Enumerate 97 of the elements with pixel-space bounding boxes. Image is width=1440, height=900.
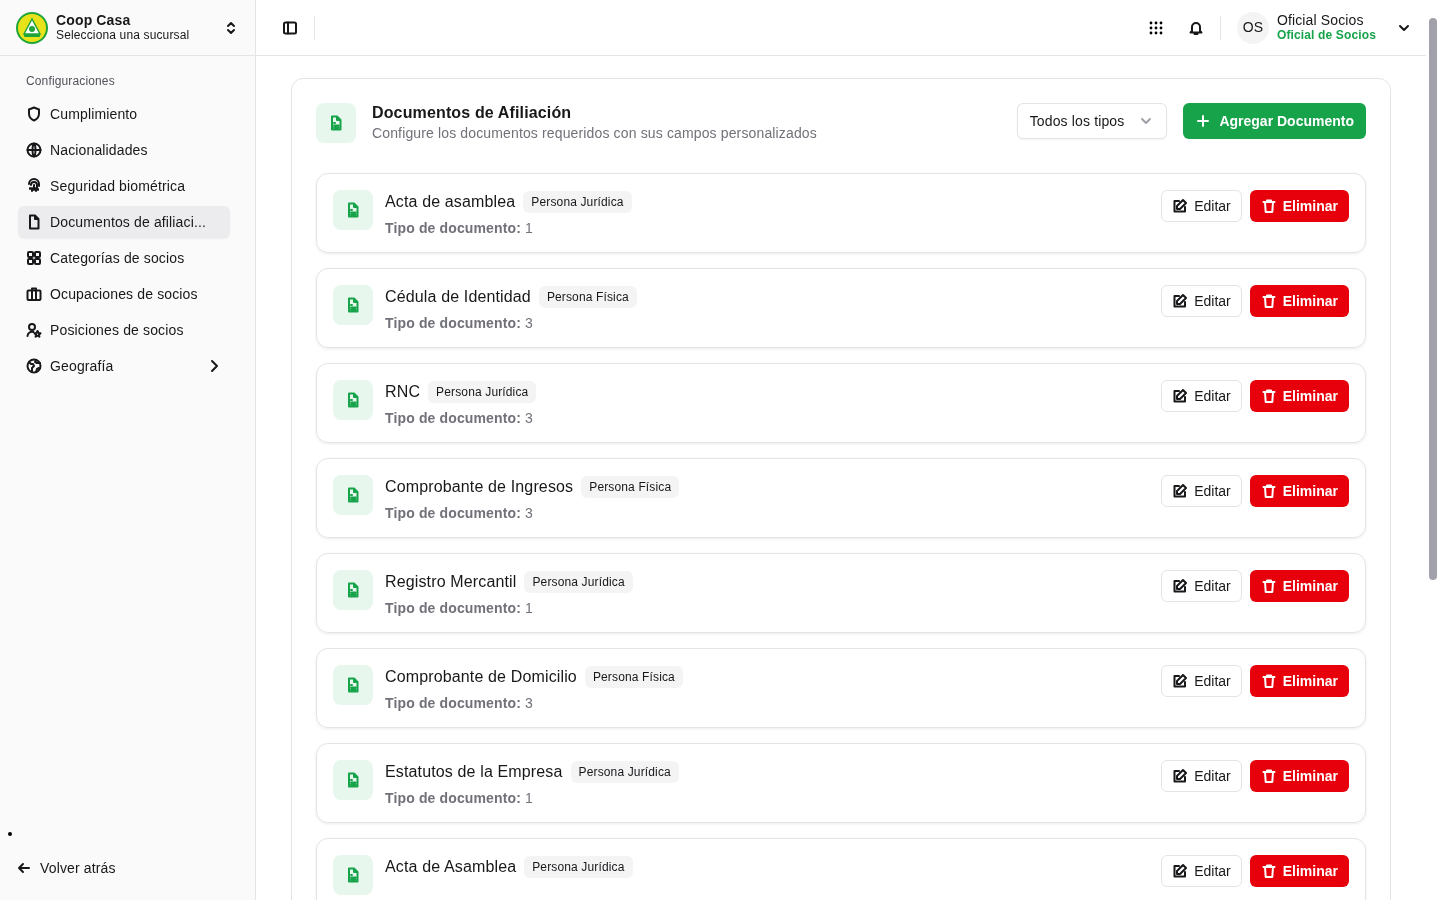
pencil-icon <box>1172 673 1189 689</box>
document-name: RNC <box>385 382 421 402</box>
person-type-tag: Persona Física <box>538 286 637 308</box>
fingerprint-icon <box>26 178 42 194</box>
sidebar-item[interactable]: Posiciones de socios <box>18 314 230 346</box>
edit-button[interactable]: Editar <box>1161 475 1242 507</box>
trash-icon <box>1260 673 1277 689</box>
person-type-tag: Persona Jurídica <box>523 191 632 213</box>
user-name: Oficial Socios <box>1276 12 1365 28</box>
document-type-text: Tipo de documento: 1 <box>385 599 534 618</box>
edit-button[interactable]: Editar <box>1161 190 1242 222</box>
pencil-icon <box>1172 293 1189 309</box>
back-link[interactable]: Volver atrás <box>8 852 220 884</box>
sidebar-item[interactable]: Ocupaciones de socios <box>18 278 230 310</box>
person-type-tag: Persona Jurídica <box>428 381 537 403</box>
document-icon <box>345 297 361 313</box>
trash-icon <box>1260 768 1277 784</box>
sidebar-toggle-icon <box>282 19 298 36</box>
edit-button[interactable]: Editar <box>1161 285 1242 317</box>
globe-icon <box>26 358 42 374</box>
document-icon <box>345 582 361 598</box>
bell-icon <box>1187 19 1204 36</box>
delete-button[interactable]: Eliminar <box>1249 665 1349 697</box>
file-icon <box>26 214 42 230</box>
document-icon <box>345 202 361 218</box>
document-name: Registro Mercantil <box>385 572 517 592</box>
delete-button[interactable]: Eliminar <box>1249 475 1349 507</box>
sidebar-item[interactable]: Categorías de socios <box>18 242 230 274</box>
document-icon <box>345 677 361 693</box>
shield-icon <box>26 106 42 122</box>
document-name: Comprobante de Ingresos <box>385 477 574 497</box>
document-type-text: Tipo de documento: 3 <box>385 314 534 333</box>
user-avatar[interactable]: OS <box>1236 11 1269 44</box>
document-type-text: Tipo de documento: 3 <box>385 504 534 523</box>
edit-button[interactable]: Editar <box>1161 760 1242 792</box>
pencil-icon <box>1172 578 1189 594</box>
pencil-icon <box>1172 198 1189 214</box>
type-filter-select[interactable]: Todos los tipos <box>1016 103 1168 139</box>
section-label: Configuraciones <box>25 73 116 90</box>
delete-button[interactable]: Eliminar <box>1249 190 1349 222</box>
user-role: Oficial de Socios <box>1276 28 1376 43</box>
delete-button[interactable]: Eliminar <box>1249 380 1349 412</box>
pencil-icon <box>1172 863 1189 879</box>
document-type-text: Tipo de documento: 1 <box>385 219 534 238</box>
sidebar-item[interactable]: Seguridad biométrica <box>18 170 230 202</box>
person-type-tag: Persona Jurídica <box>524 571 633 593</box>
pencil-icon <box>1172 768 1189 784</box>
sidebar-item[interactable]: Nacionalidades <box>18 134 230 166</box>
delete-button[interactable]: Eliminar <box>1249 570 1349 602</box>
person-type-tag: Persona Física <box>584 666 683 688</box>
sidebar-item[interactable]: Cumplimiento <box>18 98 230 130</box>
delete-button[interactable]: Eliminar <box>1249 760 1349 792</box>
delete-button[interactable]: Eliminar <box>1249 285 1349 317</box>
trash-icon <box>1260 483 1277 499</box>
sidebar-item[interactable]: Documentos de afiliaci... <box>18 206 230 238</box>
document-icon <box>345 392 361 408</box>
briefcase-icon <box>26 286 42 302</box>
grid-icon <box>26 250 42 266</box>
document-name: Comprobante de Domicilio <box>385 667 577 687</box>
trash-icon <box>1260 578 1277 594</box>
bullet-dot <box>8 832 12 836</box>
document-icon <box>345 867 361 883</box>
trash-icon <box>1260 863 1277 879</box>
document-type-text: Tipo de documento: 3 <box>385 409 534 428</box>
trash-icon <box>1260 198 1277 214</box>
document-name: Acta de Asamblea <box>385 857 517 877</box>
panel-subtitle: Configure los documentos requeridos con sus campos personalizados <box>372 124 818 143</box>
document-name: Estatutos de la Empresa <box>385 762 563 782</box>
globe-icon <box>26 142 42 158</box>
edit-button[interactable]: Editar <box>1161 855 1242 887</box>
person-type-tag: Persona Física <box>581 476 680 498</box>
logo-icon <box>16 11 48 44</box>
panel-title: Documentos de Afiliación <box>372 103 573 123</box>
org-name: Coop Casa <box>56 12 132 28</box>
arrow-left-icon <box>16 860 32 876</box>
edit-button[interactable]: Editar <box>1161 570 1242 602</box>
plus-icon <box>1195 113 1212 129</box>
document-icon <box>328 115 344 131</box>
org-subtitle: Selecciona una sucursal <box>56 28 191 43</box>
document-icon <box>345 487 361 503</box>
trash-icon <box>1260 293 1277 309</box>
user-star-icon <box>26 322 42 338</box>
sidebar-item[interactable]: Geografía <box>18 350 230 382</box>
edit-button[interactable]: Editar <box>1161 380 1242 412</box>
document-type-text: Tipo de documento: 1 <box>385 789 534 808</box>
document-name: Acta de asamblea <box>385 192 516 212</box>
document-name: Cédula de Identidad <box>385 287 531 307</box>
apps-grid-icon[interactable] <box>1147 19 1164 36</box>
document-icon <box>345 772 361 788</box>
edit-button[interactable]: Editar <box>1161 665 1242 697</box>
trash-icon <box>1260 388 1277 404</box>
person-type-tag: Persona Jurídica <box>570 761 679 783</box>
pencil-icon <box>1172 388 1189 404</box>
delete-button[interactable]: Eliminar <box>1249 855 1349 887</box>
document-type-text: Tipo de documento: 3 <box>385 694 534 713</box>
person-type-tag: Persona Jurídica <box>524 856 633 878</box>
pencil-icon <box>1172 483 1189 499</box>
